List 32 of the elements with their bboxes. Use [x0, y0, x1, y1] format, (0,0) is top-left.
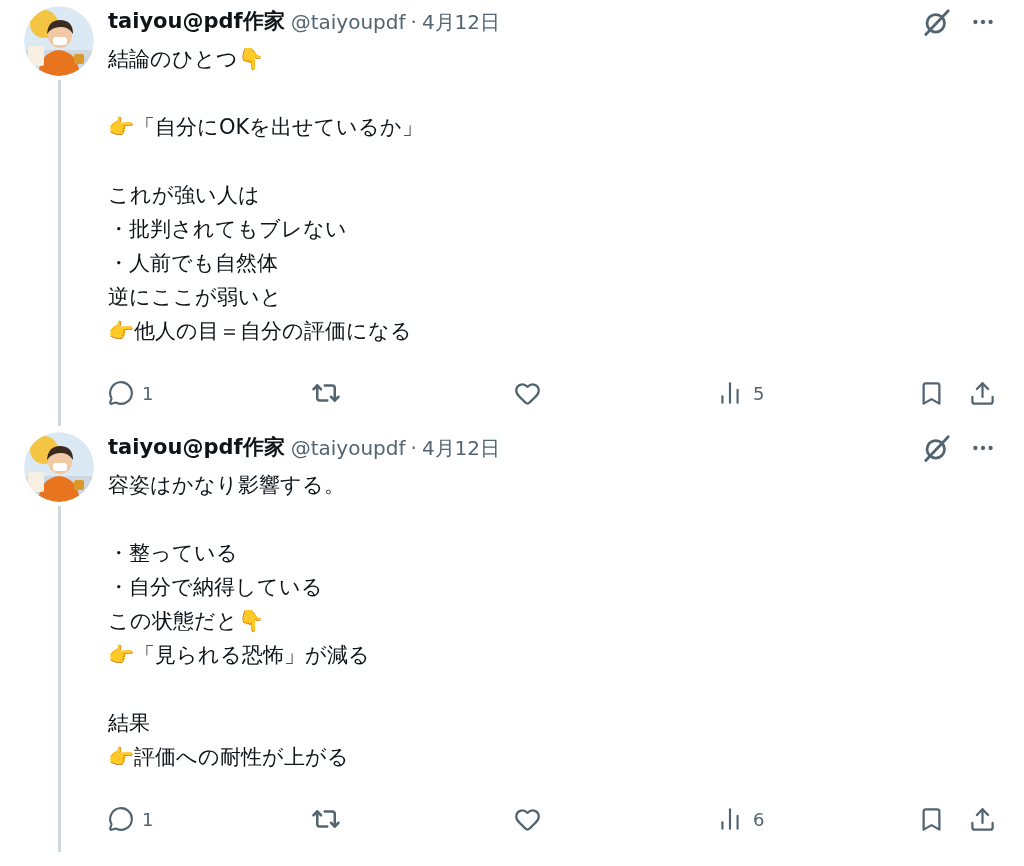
post-text-line: 👉「自分にOKを出せているか」 — [108, 114, 425, 141]
reply-count: 1 — [142, 381, 154, 406]
reply-icon[interactable] — [108, 806, 134, 832]
post-text-line: ・整っている — [108, 540, 239, 567]
post-text-line: 結論のひとつ👇 — [108, 46, 265, 73]
reply-icon[interactable] — [108, 380, 134, 406]
separator-dot: · — [410, 9, 417, 36]
post-text-line: ・自分で納得している — [108, 574, 324, 601]
post-text-line: 👉評価への耐性が上がる — [108, 744, 350, 771]
post-text-line: これが強い人は — [108, 182, 261, 209]
post-text-line: 容姿はかなり影響する。 — [108, 472, 346, 499]
share-icon[interactable] — [969, 379, 996, 407]
post-text-line: 👉他人の目＝自分の評価になる — [108, 318, 413, 345]
slashed-circle-icon[interactable] — [922, 433, 952, 463]
post-text-line: ・人前でも自然体 — [108, 250, 279, 277]
post-text-line: 結果 — [108, 710, 151, 737]
separator-dot: · — [410, 435, 417, 462]
post-text-line: 逆にここが弱いと — [108, 284, 283, 311]
author-handle[interactable]: @taiyoupdf — [290, 7, 406, 37]
post-text-line: ・批判されてもブレない — [108, 216, 348, 243]
slashed-circle-icon[interactable] — [922, 7, 952, 37]
post-date[interactable]: 4月12日 — [421, 433, 501, 463]
author-handle[interactable]: @taiyoupdf — [290, 433, 406, 463]
post-text-line: この状態だと👇 — [108, 608, 265, 635]
post-date[interactable]: 4月12日 — [421, 7, 501, 37]
author-name[interactable]: taiyou@pdf作家 — [108, 6, 285, 38]
share-icon[interactable] — [969, 805, 996, 833]
post-text-line: 👉「見られる恐怖」が減る — [108, 642, 371, 669]
view-count: 6 — [753, 807, 765, 832]
view-count: 5 — [753, 381, 765, 406]
reply-count: 1 — [142, 807, 154, 832]
author-name[interactable]: taiyou@pdf作家 — [108, 432, 285, 464]
